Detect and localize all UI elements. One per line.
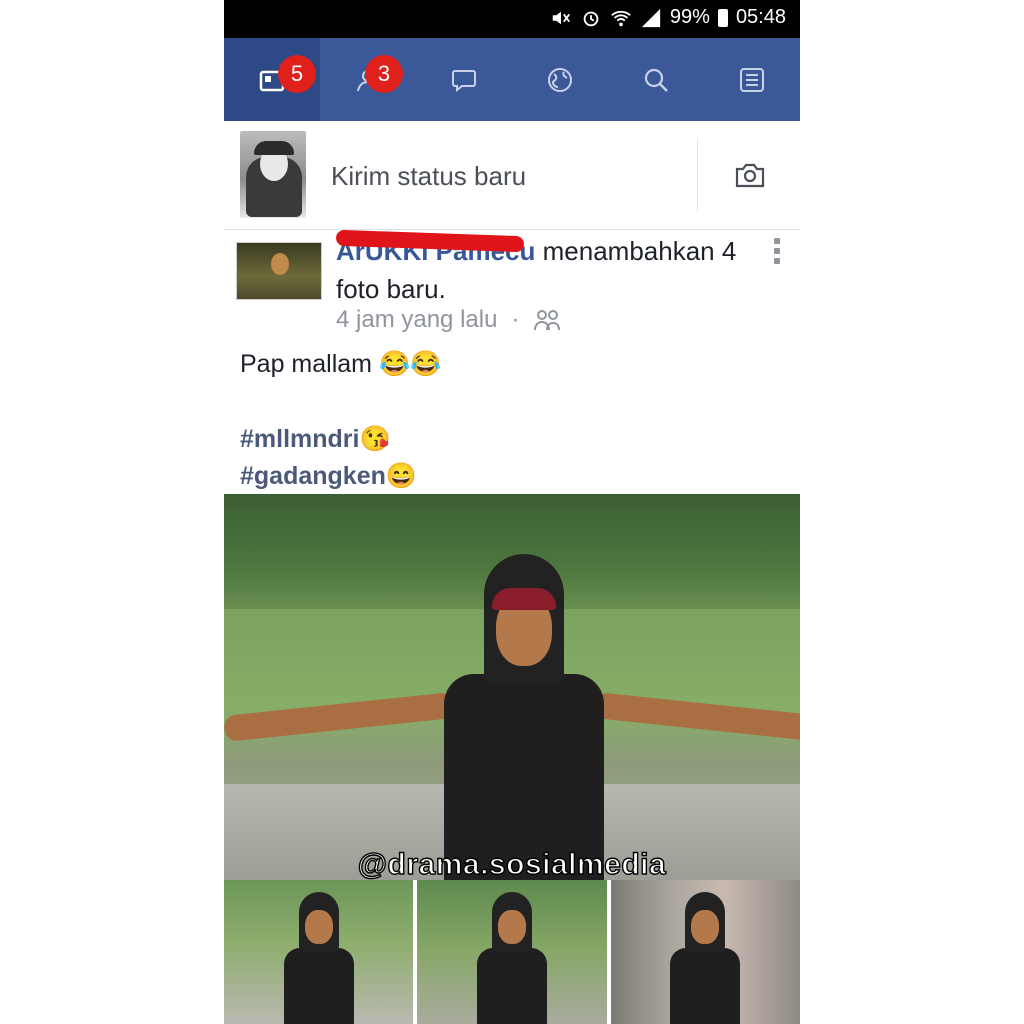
- meta-separator: ·: [511, 306, 520, 333]
- mute-icon: [552, 11, 570, 24]
- top-nav-bar: 5 3: [224, 38, 800, 121]
- post-photo-thumb[interactable]: [610, 880, 800, 1024]
- composer-divider: [697, 139, 698, 211]
- friend-requests-badge: 3: [365, 55, 403, 93]
- post-photo-thumb[interactable]: [417, 880, 607, 1024]
- tab-search[interactable]: [608, 38, 704, 121]
- camera-icon[interactable]: [734, 161, 766, 189]
- post-meta: 4 jam yang lalu ·: [336, 306, 561, 334]
- clock: 05:48: [735, 6, 786, 28]
- wifi-icon: [611, 10, 631, 26]
- status-input[interactable]: Kirim status baru: [331, 161, 526, 192]
- tab-notifications[interactable]: [512, 38, 608, 121]
- watermark-text: @drama.sosialmedia: [357, 847, 667, 881]
- post-author-avatar[interactable]: [236, 242, 322, 300]
- globe-icon: [548, 67, 572, 92]
- alarm-icon: [583, 11, 599, 26]
- user-avatar[interactable]: [240, 131, 306, 218]
- photo-person: [224, 554, 800, 880]
- phone-screen: 99% 05:48 5 3 Kirim status baru ArUKKi P…: [224, 0, 800, 1024]
- post-photo-main[interactable]: [224, 494, 800, 880]
- tab-news-feed[interactable]: 5: [224, 38, 320, 121]
- post-timestamp[interactable]: 4 jam yang lalu: [336, 306, 497, 334]
- friends-icon: [534, 310, 561, 331]
- signal-icon: [641, 8, 661, 27]
- tab-friend-requests[interactable]: 3: [320, 38, 416, 121]
- tab-messages[interactable]: [416, 38, 512, 121]
- menu-list-icon: [740, 67, 764, 92]
- battery-icon: [717, 8, 728, 27]
- post-options-button[interactable]: [774, 238, 780, 266]
- hashtag-link[interactable]: #mllmndri😘: [240, 425, 391, 454]
- tab-more-menu[interactable]: [704, 38, 800, 121]
- chat-bubble-icon: [452, 69, 476, 92]
- search-icon: [644, 68, 668, 92]
- post-photo-thumbnails: [224, 880, 800, 1024]
- post-photo-thumb[interactable]: [224, 880, 414, 1024]
- post-text: Pap mallam 😂😂: [240, 350, 442, 378]
- battery-percent: 99%: [669, 6, 710, 28]
- status-composer: Kirim status baru: [224, 121, 800, 230]
- hashtag-link[interactable]: #gadangken😄: [240, 462, 417, 491]
- status-bar: 99% 05:48: [224, 0, 800, 38]
- news-feed-badge: 5: [278, 55, 316, 93]
